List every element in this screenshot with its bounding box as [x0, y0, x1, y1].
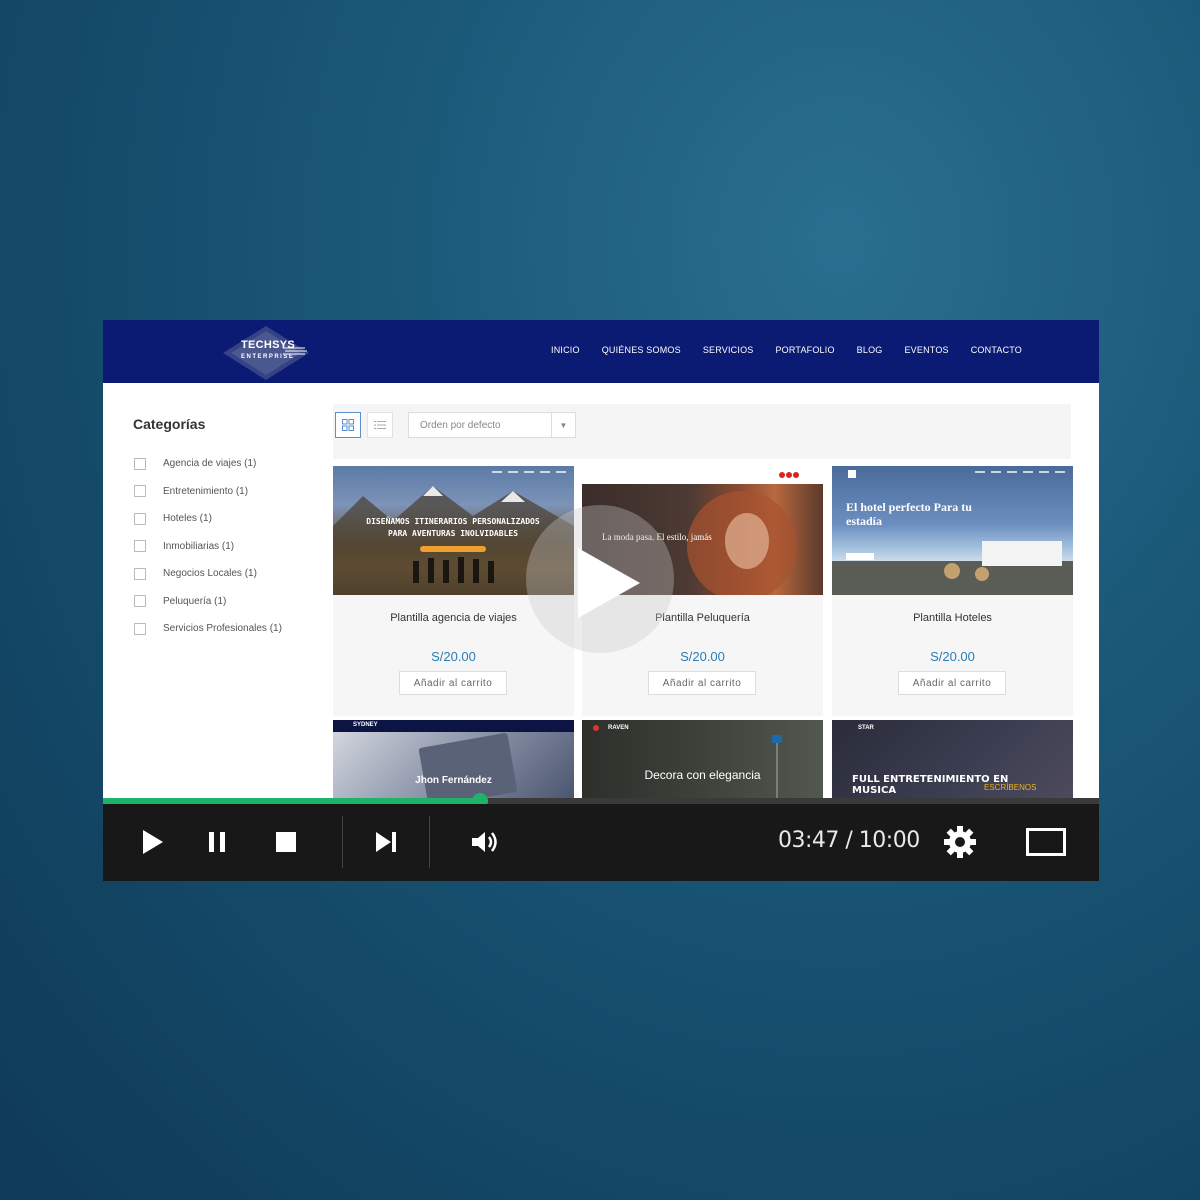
category-checkbox[interactable]: [134, 622, 146, 635]
nav-item-servicios[interactable]: SERVICIOS: [703, 345, 754, 355]
volume-icon[interactable]: [470, 830, 500, 854]
category-item[interactable]: Hoteles (1): [133, 505, 333, 533]
category-sidebar: Categorías Agencia de viajes (1) Entrete…: [133, 416, 333, 643]
product-price: S/20.00: [431, 649, 476, 664]
thumbnail-cta-bar: [420, 546, 486, 552]
category-label: Servicios Profesionales (1): [163, 623, 282, 635]
play-overlay-icon[interactable]: [578, 548, 640, 618]
category-item[interactable]: Inmobiliarias (1): [133, 533, 333, 561]
thumbnail-cta-bar: [846, 553, 874, 560]
logo-title: TECHSYS: [241, 339, 296, 351]
control-divider: [342, 816, 343, 868]
product-thumbnail[interactable]: RAVEN Decora con elegancia: [582, 720, 823, 800]
skip-next-icon[interactable]: [375, 831, 397, 853]
logo-subtitle: ENTERPRISE: [241, 354, 295, 360]
category-label: Inmobiliarias (1): [163, 540, 235, 552]
category-label: Peluquería (1): [163, 595, 227, 607]
player-controls: 03:47 / 10:00: [103, 804, 1099, 881]
category-checkbox[interactable]: [134, 457, 146, 470]
category-item[interactable]: Entretenimiento (1): [133, 478, 333, 506]
thumbnail-nav: [975, 471, 1065, 473]
list-view-button[interactable]: [367, 412, 393, 438]
product-card[interactable]: STAR FULL ENTRETENIMIENTO EN MUSICA ESCR…: [832, 720, 1073, 800]
gear-icon[interactable]: [944, 826, 976, 858]
category-checkbox[interactable]: [134, 567, 146, 580]
video-frame: TECHSYS ENTERPRISE INICIO QUIÉNES SOMOS …: [103, 320, 1099, 881]
thumbnail-headline: El hotel perfecto Para tu estadía: [846, 500, 972, 528]
pause-icon[interactable]: [207, 830, 229, 854]
product-card[interactable]: RAVEN Decora con elegancia: [582, 720, 823, 800]
category-checkbox[interactable]: [134, 595, 146, 608]
nav-item-quienes-somos[interactable]: QUIÉNES SOMOS: [602, 345, 681, 355]
category-item[interactable]: Peluquería (1): [133, 588, 333, 616]
category-label: Hoteles (1): [163, 513, 212, 525]
add-to-cart-button[interactable]: Añadir al carrito: [898, 671, 1006, 695]
sidebar-title: Categorías: [133, 416, 206, 432]
grid-icon: [342, 419, 354, 431]
thumbnail-subheadline: ESCRÍBENOS: [984, 783, 1037, 792]
shop-toolbar: Orden por defecto ▼: [333, 404, 1071, 459]
stop-icon[interactable]: [275, 831, 297, 853]
interior-image-icon: [593, 725, 782, 800]
nav-item-eventos[interactable]: EVENTOS: [904, 345, 948, 355]
category-label: Negocios Locales (1): [163, 568, 257, 580]
category-label: Agencia de viajes (1): [163, 458, 257, 470]
product-price: S/20.00: [930, 649, 975, 664]
category-item[interactable]: Agencia de viajes (1): [133, 450, 333, 478]
thumbnail-headline: Jhon Fernández: [415, 775, 492, 786]
nav-item-contacto[interactable]: CONTACTO: [971, 345, 1022, 355]
fullscreen-icon[interactable]: [1026, 828, 1066, 856]
logo-text[interactable]: TECHSYS ENTERPRISE: [241, 339, 296, 362]
thumbnail-headline: DISEÑAMOS ITINERARIOS PERSONALIZADOS PAR…: [366, 517, 540, 538]
nav-item-portafolio[interactable]: PORTAFOLIO: [775, 345, 834, 355]
category-item[interactable]: Negocios Locales (1): [133, 560, 333, 588]
grid-view-button[interactable]: [335, 412, 361, 438]
sort-label: Orden por defecto: [420, 420, 501, 431]
category-checkbox[interactable]: [134, 540, 146, 553]
product-thumbnail[interactable]: STAR FULL ENTRETENIMIENTO EN MUSICA ESCR…: [832, 720, 1073, 800]
tablet-image-icon: [418, 733, 518, 800]
chevron-down-icon: ▼: [551, 413, 575, 437]
thumbnail-brand: STAR: [858, 725, 874, 731]
sort-select[interactable]: Orden por defecto ▼: [408, 412, 576, 438]
thumbnail-nav: [492, 471, 566, 473]
thumbnail-headline: Decora con elegancia: [644, 768, 761, 782]
category-item[interactable]: Servicios Profesionales (1): [133, 615, 333, 643]
category-checkbox[interactable]: [134, 512, 146, 525]
product-card[interactable]: SYDNEY Jhon Fernández: [333, 720, 574, 800]
nav-item-blog[interactable]: BLOG: [857, 345, 883, 355]
site-header: TECHSYS ENTERPRISE INICIO QUIÉNES SOMOS …: [103, 320, 1099, 383]
play-icon[interactable]: [141, 828, 165, 856]
time-display: 03:47 / 10:00: [778, 828, 920, 853]
hotel-image-icon: [832, 470, 1073, 595]
product-price: S/20.00: [680, 649, 725, 664]
control-divider: [429, 816, 430, 868]
nav-item-inicio[interactable]: INICIO: [551, 345, 580, 355]
product-thumbnail[interactable]: SYDNEY Jhon Fernández: [333, 720, 574, 800]
product-name[interactable]: Plantilla Hoteles: [832, 612, 1073, 624]
category-label: Entretenimiento (1): [163, 485, 249, 497]
add-to-cart-button[interactable]: Añadir al carrito: [399, 671, 507, 695]
list-icon: [374, 421, 386, 429]
product-card[interactable]: El hotel perfecto Para tu estadía Planti…: [832, 466, 1073, 716]
add-to-cart-button[interactable]: Añadir al carrito: [648, 671, 756, 695]
main-nav: INICIO QUIÉNES SOMOS SERVICIOS PORTAFOLI…: [551, 345, 1022, 355]
category-checkbox[interactable]: [134, 485, 146, 498]
product-thumbnail[interactable]: El hotel perfecto Para tu estadía: [832, 466, 1073, 595]
